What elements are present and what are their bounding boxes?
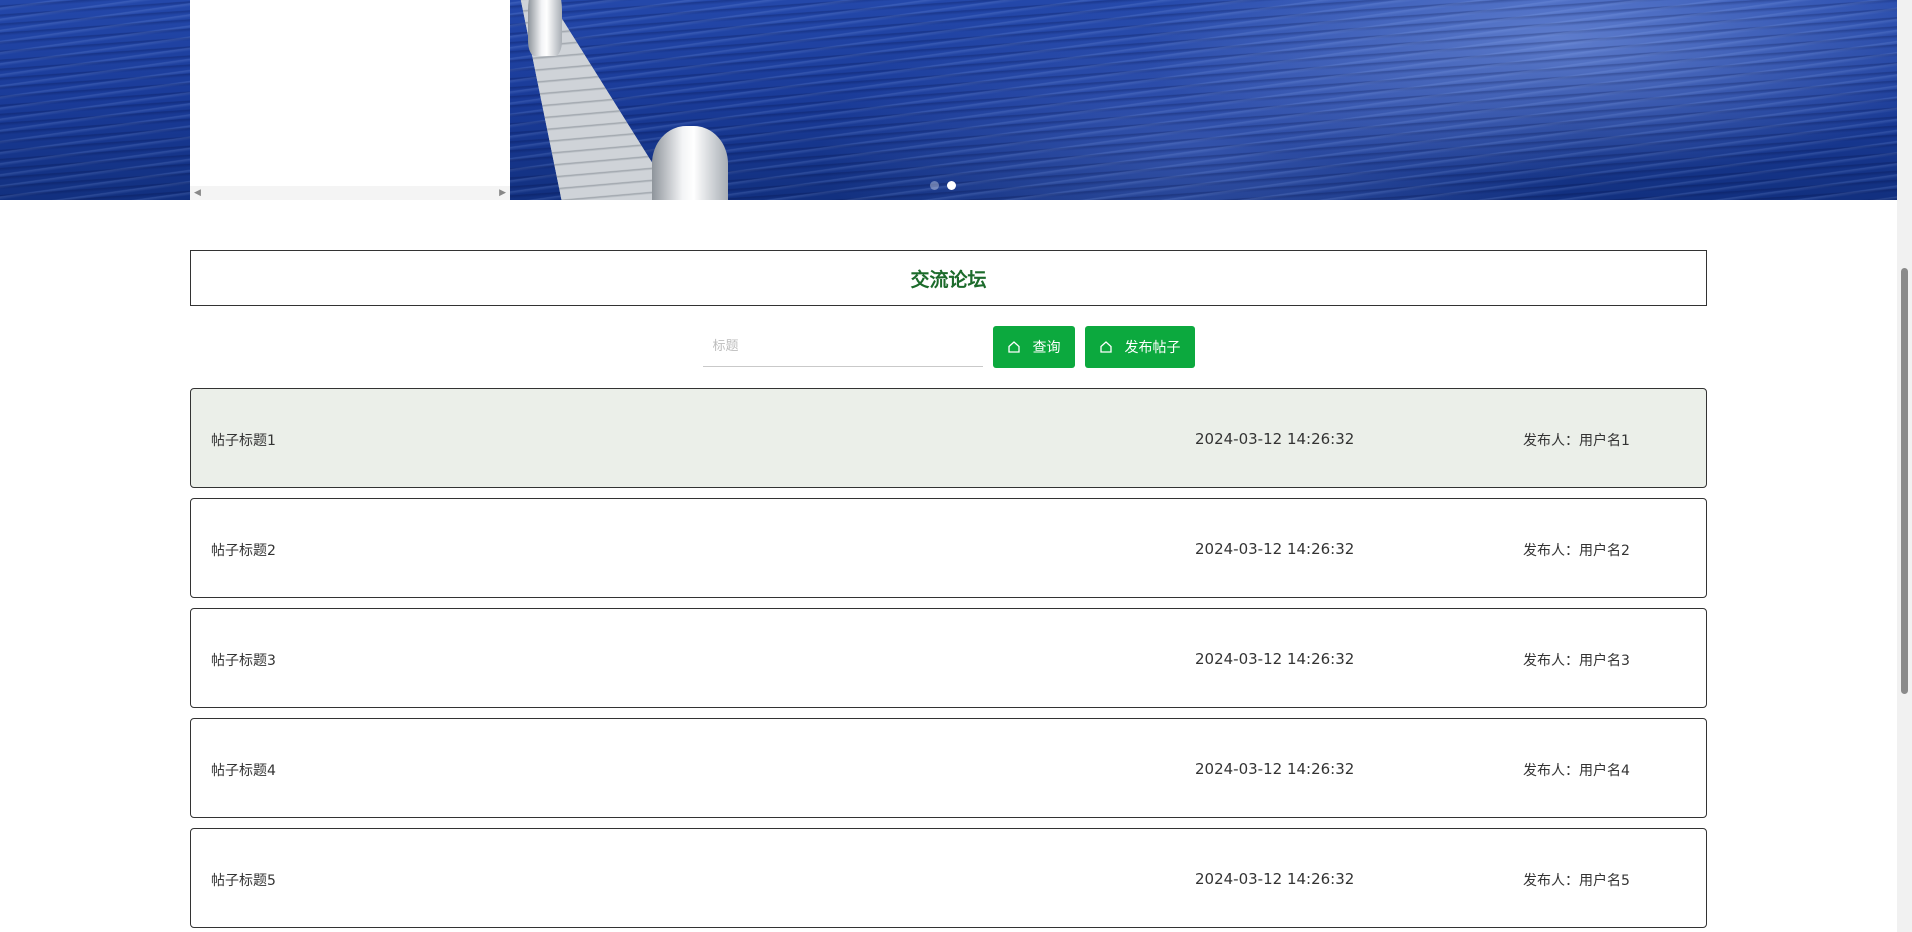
carousel-indicators xyxy=(930,181,956,190)
banner-image-bollard xyxy=(652,126,728,200)
post-time: 2024-03-12 14:26:32 xyxy=(1195,430,1355,448)
post-time: 2024-03-12 14:26:32 xyxy=(1195,760,1355,778)
publish-post-button[interactable]: 发布帖子 xyxy=(1084,326,1195,368)
post-list: 帖子标题1 2024-03-12 14:26:32 发布人：用户名1 帖子标题2… xyxy=(190,388,1707,928)
post-title: 帖子标题5 xyxy=(211,873,276,889)
list-item[interactable]: 帖子标题5 2024-03-12 14:26:32 发布人：用户名5 xyxy=(190,828,1707,928)
post-author: 发布人：用户名1 xyxy=(1523,433,1630,449)
list-item[interactable]: 帖子标题2 2024-03-12 14:26:32 发布人：用户名2 xyxy=(190,498,1707,598)
list-item[interactable]: 帖子标题4 2024-03-12 14:26:32 发布人：用户名4 xyxy=(190,718,1707,818)
banner-side-panel: ◀ ▶ xyxy=(190,0,510,200)
post-author: 发布人：用户名2 xyxy=(1523,543,1630,559)
query-button[interactable]: 查询 xyxy=(992,326,1075,368)
scroll-left-icon[interactable]: ◀ xyxy=(194,189,201,198)
query-button-label: 查询 xyxy=(1032,340,1061,356)
forum-section: 交流论坛 查询 发布帖子 xyxy=(190,250,1707,928)
page-title: 交流论坛 xyxy=(910,268,987,291)
home-icon xyxy=(1007,340,1021,354)
home-icon xyxy=(1099,340,1113,354)
carousel-dot-active[interactable] xyxy=(947,181,956,190)
search-input[interactable] xyxy=(702,327,983,367)
post-title: 帖子标题1 xyxy=(211,433,276,449)
page-scrollbar[interactable] xyxy=(1897,0,1912,932)
post-time: 2024-03-12 14:26:32 xyxy=(1195,650,1355,668)
post-author: 发布人：用户名3 xyxy=(1523,653,1630,669)
side-panel-scrollbar[interactable]: ◀ ▶ xyxy=(190,186,510,200)
page-scrollbar-thumb[interactable] xyxy=(1901,268,1908,694)
post-time: 2024-03-12 14:26:32 xyxy=(1195,870,1355,888)
publish-post-button-label: 发布帖子 xyxy=(1124,340,1181,356)
post-title: 帖子标题4 xyxy=(211,763,276,779)
list-item[interactable]: 帖子标题3 2024-03-12 14:26:32 发布人：用户名3 xyxy=(190,608,1707,708)
page: ◀ ▶ 交流论坛 查询 xyxy=(0,0,1912,932)
scroll-right-icon[interactable]: ▶ xyxy=(499,189,506,198)
banner-image-bollard xyxy=(528,0,562,56)
post-author: 发布人：用户名4 xyxy=(1523,763,1630,779)
post-time: 2024-03-12 14:26:32 xyxy=(1195,540,1355,558)
post-author: 发布人：用户名5 xyxy=(1523,873,1630,889)
post-title: 帖子标题2 xyxy=(211,543,276,559)
banner-carousel[interactable]: ◀ ▶ xyxy=(0,0,1897,200)
post-title: 帖子标题3 xyxy=(211,653,276,669)
carousel-dot[interactable] xyxy=(930,181,939,190)
search-bar: 查询 发布帖子 xyxy=(190,326,1707,368)
list-item[interactable]: 帖子标题1 2024-03-12 14:26:32 发布人：用户名1 xyxy=(190,388,1707,488)
forum-title-box: 交流论坛 xyxy=(190,250,1707,306)
